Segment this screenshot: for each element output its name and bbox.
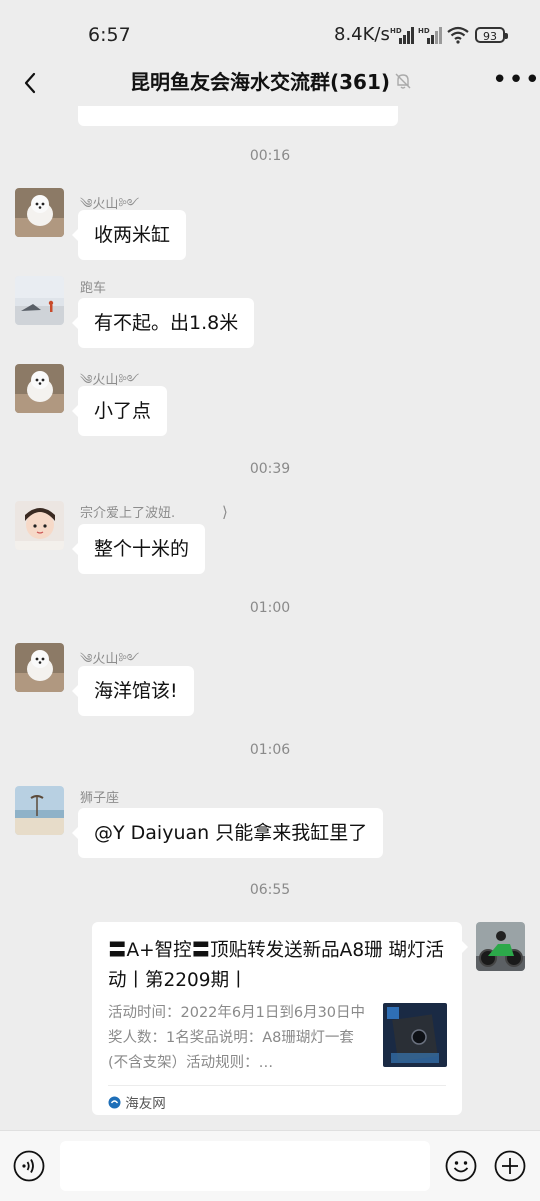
voice-icon[interactable] bbox=[13, 1150, 45, 1182]
timestamp: 00:39 bbox=[249, 461, 291, 477]
mute-bell-icon bbox=[395, 73, 411, 89]
timestamp: 00:16 bbox=[249, 148, 291, 164]
message-composer bbox=[0, 1130, 540, 1201]
sender-name: 宗介爱上了波妞. bbox=[80, 506, 176, 521]
link-card-source-name: 海友网 bbox=[125, 1096, 166, 1112]
sender-name: 狮子座 bbox=[80, 791, 120, 806]
back-icon[interactable] bbox=[16, 68, 46, 98]
timestamp: 01:00 bbox=[249, 600, 291, 616]
hd-signal-icon: HD bbox=[390, 27, 414, 44]
more-icon[interactable]: ••• bbox=[492, 67, 540, 93]
battery-level: 93 bbox=[483, 30, 497, 43]
divider bbox=[108, 1085, 446, 1086]
avatar[interactable] bbox=[15, 364, 64, 413]
timestamp: 06:55 bbox=[249, 882, 291, 898]
link-card-source: 海友网 bbox=[108, 1092, 166, 1112]
wifi-icon bbox=[447, 26, 469, 44]
self-avatar[interactable] bbox=[476, 922, 525, 971]
site-logo-icon bbox=[108, 1096, 121, 1108]
avatar[interactable] bbox=[15, 643, 64, 692]
plus-icon[interactable] bbox=[494, 1150, 526, 1182]
timestamp: 01:06 bbox=[249, 742, 291, 758]
message-bubble[interactable]: 小了点 bbox=[71, 386, 168, 436]
link-card[interactable]: 〓A+智控〓顶贴转发送新品A8珊 瑚灯活动丨第2209期丨 活动时间：2022年… bbox=[92, 922, 468, 1115]
chat-message-list[interactable]: 00:16 ༄火山༻ 收两米缸 跑车 有不起。出1.8米 ༄火山༻ 小了点 00… bbox=[0, 106, 540, 1130]
link-card-description: 活动时间：2022年6月1日到6月30日中奖人数：1名奖品说明：A8珊瑚灯一套(… bbox=[108, 1005, 366, 1071]
chat-title: 昆明鱼友会海水交流群(361) bbox=[130, 70, 391, 94]
svg-text:HD: HD bbox=[390, 27, 402, 35]
status-bar: 6:57 8.4K/s HD HD 93 bbox=[0, 0, 540, 66]
message-bubble[interactable]: 整个十米的 bbox=[71, 524, 206, 574]
message-input[interactable] bbox=[60, 1141, 430, 1191]
battery-icon: 93 bbox=[475, 27, 508, 43]
emoji-icon[interactable] bbox=[445, 1150, 477, 1182]
network-speed: 8.4K/s bbox=[334, 24, 390, 45]
sender-name-mark: ⟩ bbox=[222, 503, 228, 521]
link-card-title: 〓A+智控〓顶贴转发送新品A8珊 瑚灯活动丨第2209期丨 bbox=[108, 940, 444, 991]
avatar[interactable] bbox=[15, 276, 64, 325]
status-time: 6:57 bbox=[88, 24, 131, 46]
message-bubble[interactable]: 有不起。出1.8米 bbox=[71, 298, 255, 348]
message-bubble[interactable]: 海洋馆该! bbox=[72, 666, 194, 716]
avatar[interactable] bbox=[15, 188, 64, 237]
message-bubble[interactable]: 收两米缸 bbox=[71, 210, 187, 260]
link-card-thumbnail bbox=[383, 1003, 447, 1067]
chat-header: 昆明鱼友会海水交流群(361) ••• bbox=[0, 60, 540, 106]
message-bubble[interactable]: @Y Daiyuan 只能拿来我缸里了 bbox=[71, 808, 384, 858]
avatar[interactable] bbox=[15, 501, 64, 550]
message-bubble bbox=[78, 106, 398, 126]
hd-signal-icon: HD bbox=[418, 27, 442, 44]
avatar[interactable] bbox=[15, 786, 64, 835]
sender-name: 跑车 bbox=[80, 281, 107, 296]
svg-text:HD: HD bbox=[418, 27, 430, 35]
